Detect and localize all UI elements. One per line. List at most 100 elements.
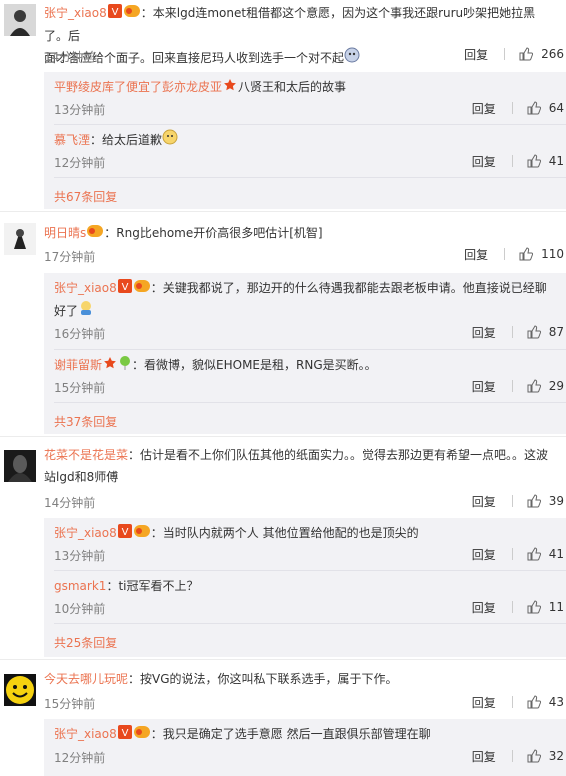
like-button[interactable]: 266 [519,47,564,61]
reply-button[interactable]: 回复 [472,599,496,616]
like-button[interactable]: 39 [527,494,564,508]
comment-text: ：看微博，貌似EHOME是租，RNG是买断。。 [132,358,377,372]
username[interactable]: gsmark1 [54,579,106,593]
like-count: 32 [548,749,564,763]
reply-button[interactable]: 回复 [472,493,496,510]
like-button[interactable]: 29 [527,379,564,393]
reply-item: gsmark1：ti冠军看不上？ 10分钟前 回复 11 [54,571,566,624]
reply-button[interactable]: 回复 [472,694,496,711]
like-count: 266 [541,47,564,61]
like-count: 29 [548,379,564,393]
comment-text: ：当时队内就两个人 其他位置给他配的也是顶尖的 [150,526,419,540]
like-button[interactable]: 41 [527,547,564,561]
comment-text: ：我只是确定了选手意愿 然后一直跟俱乐部管理在聊 [150,727,431,741]
reply-button[interactable]: 回复 [472,378,496,395]
avatar[interactable] [4,674,36,706]
username[interactable]: 张宁_xiao8 [54,727,117,741]
member-badge-icon[interactable] [123,3,140,25]
username[interactable]: 今天去哪儿玩呢 [44,672,128,686]
thumb-up-icon [519,47,534,61]
emoji-icon [78,300,94,323]
timestamp: 14分钟前 [44,50,96,64]
like-button[interactable]: 64 [527,101,564,115]
reply-list: 平野绫皮库了便宜了彭亦龙皮亚 八贤王和太后的故事 13分钟前 回复 64 慕飞湮：… [44,72,566,209]
reply-list: 张宁_xiao8 V ：我只是确定了选手意愿 然后一直跟俱乐部管理在聊 12分钟前 … [44,719,566,776]
username[interactable]: 谢菲留斯 [54,358,102,372]
comment-item: 明日晴s ：Rng比ehome开价高很多吧估计[机智] 17分钟前 回复 110 … [0,211,566,437]
like-button[interactable]: 87 [527,325,564,339]
divider [504,48,506,60]
timestamp: 10分钟前 [54,602,106,616]
verified-v-icon[interactable]: V [117,523,132,545]
like-count: 41 [548,154,564,168]
timestamp: 14分钟前 [44,496,96,510]
comment-item: 花菜不是花是菜：估计是看不上你们队伍其他的纸面实力。。觉得去那边更有希望一点吧。… [0,436,566,660]
reply-item: 慕飞湮：给太后道歉 12分钟前 回复 41 [54,125,566,178]
like-count: 110 [541,247,564,261]
svg-text:V: V [111,7,118,18]
comment-text: ：给太后道歉 [90,133,163,147]
more-replies-link[interactable]: 共25条回复 [54,634,117,651]
username[interactable]: 张宁_xiao8 [54,281,117,295]
like-button[interactable]: 41 [527,154,564,168]
reply-button[interactable]: 回复 [472,748,496,765]
verified-v-icon[interactable]: V [107,3,122,25]
member-badge-icon[interactable] [133,278,150,300]
username[interactable]: 花菜不是花是菜 [44,448,128,462]
comment-text: ：按VG的说法，你这叫私下联系选手，属于下作。 [128,672,398,686]
timestamp: 17分钟前 [44,250,96,264]
like-count: 87 [548,325,564,339]
svg-text:V: V [121,527,128,538]
thumb-up-icon [527,600,541,614]
like-button[interactable]: 11 [527,600,564,614]
divider [511,495,513,507]
username[interactable]: 平野绫皮库了便宜了彭亦龙皮亚 [54,80,222,94]
timestamp: 15分钟前 [44,697,96,711]
reply-button[interactable]: 回复 [464,246,488,263]
username[interactable]: 张宁_xiao8 [54,526,117,540]
username[interactable]: 慕飞湮 [54,133,90,147]
like-button[interactable]: 43 [527,695,564,709]
avatar[interactable] [4,450,36,482]
divider [511,380,513,392]
timestamp: 12分钟前 [54,156,106,170]
reply-list: 张宁_xiao8 V ：关键我都说了，那边开的什么待遇我都能去跟老板申请。他直接说已… [44,273,566,434]
like-count: 64 [548,101,564,115]
member-badge-icon[interactable] [87,223,104,245]
reply-button[interactable]: 回复 [472,100,496,117]
red-star-icon [223,77,237,99]
reply-list: 张宁_xiao8 V ：当时队内就两个人 其他位置给他配的也是顶尖的 13分钟前 回… [44,518,566,657]
thumb-up-icon [527,101,541,115]
divider [511,102,513,114]
username[interactable]: 张宁_xiao8 [44,6,107,20]
reply-item: 谢菲留斯 ：看微博，貌似EHOME是租，RNG是买断。。 15分钟前 回复 29 [54,350,566,403]
avatar[interactable] [4,223,36,255]
verified-v-icon[interactable]: V [117,278,132,300]
like-count: 11 [548,600,564,614]
member-badge-icon[interactable] [133,523,150,545]
thumb-up-icon [527,695,541,709]
thumb-up-icon [527,379,541,393]
verified-v-icon[interactable]: V [117,724,132,746]
avatar[interactable] [4,4,36,36]
reply-button[interactable]: 回复 [472,546,496,563]
comment-text-cont: 好了 [54,303,79,318]
like-count: 43 [548,695,564,709]
timestamp: 16分钟前 [54,327,106,341]
more-replies-link[interactable]: 共67条回复 [54,188,117,205]
divider [511,696,513,708]
comment-text: ：估计是看不上你们队伍其他的纸面实力。。觉得去那边更有希望一点吧。。这波 [128,448,549,462]
divider [511,326,513,338]
username[interactable]: 明日晴s [44,226,86,240]
more-replies-link[interactable]: 共37条回复 [54,413,117,430]
reply-button[interactable]: 回复 [464,46,488,63]
like-button[interactable]: 32 [527,749,564,763]
divider [511,155,513,167]
emoji-icon [162,129,178,152]
reply-button[interactable]: 回复 [472,324,496,341]
timestamp: 12分钟前 [54,751,106,765]
like-button[interactable]: 110 [519,247,564,261]
reply-button[interactable]: 回复 [472,153,496,170]
like-count: 39 [548,494,564,508]
member-badge-icon[interactable] [133,724,150,746]
